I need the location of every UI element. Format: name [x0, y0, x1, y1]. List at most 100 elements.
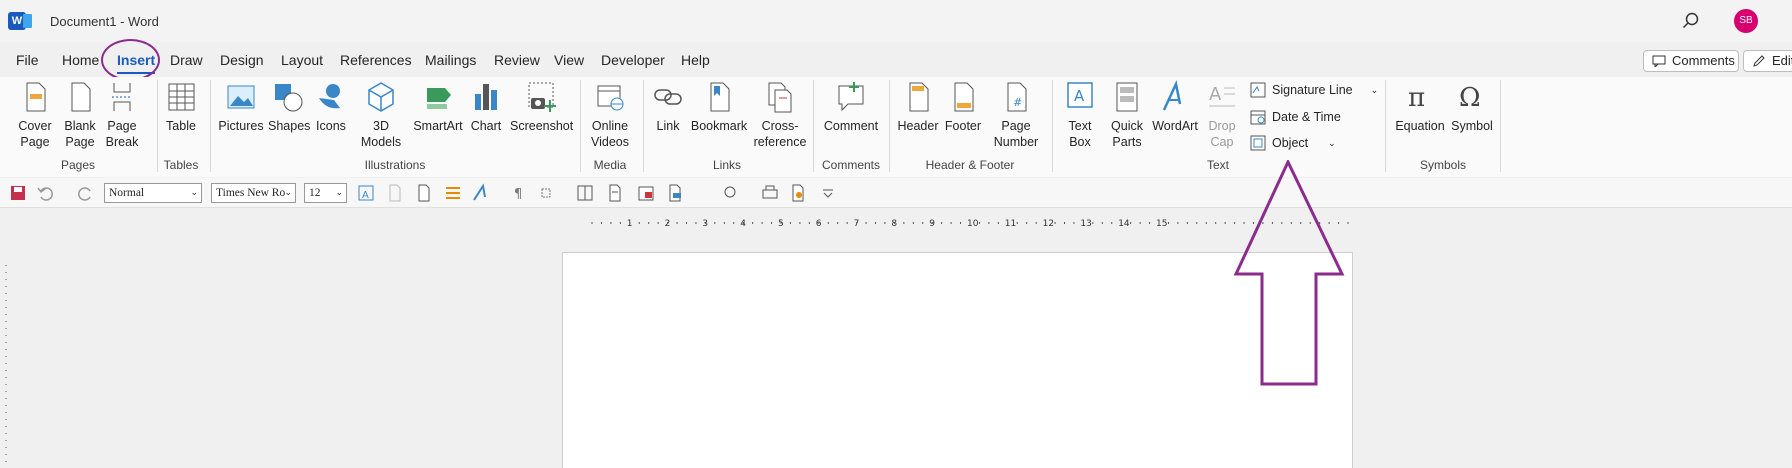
svg-text:π: π: [1408, 83, 1425, 113]
shapes-button[interactable]: Shapes: [268, 80, 311, 134]
drop-cap-label: Drop Cap: [1208, 119, 1236, 149]
chart-label: Chart: [470, 119, 502, 133]
comments-button[interactable]: Comments: [1643, 50, 1739, 72]
equation-button[interactable]: π Equation: [1393, 80, 1447, 134]
tab-view[interactable]: View: [554, 52, 584, 68]
wordart-icon[interactable]: [471, 183, 491, 203]
font-select[interactable]: Times New Ro ⌄: [211, 183, 296, 203]
wrap-icon[interactable]: [536, 183, 556, 203]
header-icon: [909, 82, 929, 112]
object-label: Object: [1272, 136, 1309, 150]
undo-icon[interactable]: [36, 183, 56, 203]
icons-icon: [319, 84, 340, 109]
font-size-value: 12: [309, 187, 321, 199]
window-title: Document1 - Word: [50, 14, 159, 29]
tab-file[interactable]: File: [16, 52, 39, 68]
tab-help[interactable]: Help: [681, 52, 710, 68]
screenshot-button[interactable]: Screenshot: [510, 80, 574, 134]
cross-reference-button[interactable]: Cross- reference: [752, 80, 808, 150]
blank-page-button[interactable]: Blank Page: [60, 80, 100, 150]
style-select[interactable]: Normal ⌄: [104, 183, 202, 203]
tab-layout[interactable]: Layout: [281, 52, 323, 68]
paragraph-icon[interactable]: ¶: [510, 183, 530, 203]
footer-button[interactable]: Footer: [941, 80, 985, 134]
online-videos-button[interactable]: Online Videos: [586, 80, 634, 150]
link-button[interactable]: Link: [651, 80, 685, 134]
save-icon[interactable]: [8, 183, 28, 203]
svg-text:¶: ¶: [514, 187, 522, 202]
page-break-button[interactable]: Page Break: [102, 80, 142, 150]
search-icon[interactable]: [1680, 10, 1702, 32]
group-divider: [1052, 80, 1053, 172]
blank-page-icon[interactable]: [414, 183, 434, 203]
icons-button[interactable]: Icons: [313, 80, 349, 134]
page-number-button[interactable]: # Page Number: [988, 80, 1044, 150]
object-button[interactable]: Object ⌄: [1250, 135, 1336, 151]
comments-label: Comments: [1672, 53, 1735, 68]
text-box-button[interactable]: A Text Box: [1060, 80, 1100, 150]
cover-page-button[interactable]: Cover Page: [14, 80, 56, 150]
tab-draw[interactable]: Draw: [170, 52, 203, 68]
comment-icon: [838, 82, 864, 112]
group-divider: [210, 80, 211, 172]
calendar-icon[interactable]: [636, 183, 656, 203]
date-time-button[interactable]: Date & Time: [1250, 109, 1341, 125]
ruler-number: 13: [1080, 219, 1091, 228]
group-divider: [813, 80, 814, 172]
wordart-button[interactable]: WordArt: [1150, 80, 1200, 134]
header-button[interactable]: Header: [896, 80, 940, 134]
tab-references[interactable]: References: [340, 52, 412, 68]
ruler-number: 14: [1118, 219, 1130, 228]
screenshot-label: Screenshot: [510, 119, 574, 133]
customize-toolbar-icon[interactable]: [818, 183, 838, 203]
cover-page-icon: [26, 82, 46, 112]
shapes-label: Shapes: [268, 119, 311, 133]
3d-models-button[interactable]: 3D Models: [355, 80, 407, 150]
line-spacing-icon[interactable]: [443, 183, 463, 203]
page-icon[interactable]: [385, 183, 405, 203]
footer-icon: [954, 82, 974, 112]
print-icon[interactable]: [760, 183, 780, 203]
svg-text:Ω: Ω: [1459, 83, 1481, 113]
group-divider: [643, 80, 644, 172]
redo-icon[interactable]: [75, 183, 95, 203]
shapes-icon: [275, 84, 303, 112]
avatar[interactable]: SB: [1734, 9, 1758, 33]
document-icon[interactable]: [605, 183, 625, 203]
comment-button[interactable]: Comment: [820, 80, 882, 134]
drop-cap-button[interactable]: A Drop Cap: [1204, 80, 1240, 150]
envelope-icon[interactable]: [665, 183, 685, 203]
font-size-select[interactable]: 12 ⌄: [304, 183, 347, 203]
blank-page-label: Blank Page: [64, 119, 96, 149]
tab-review[interactable]: Review: [494, 52, 540, 68]
cube-icon: [368, 82, 394, 112]
tab-home[interactable]: Home: [62, 52, 99, 68]
smartart-button[interactable]: SmartArt: [412, 80, 464, 134]
tab-developer[interactable]: Developer: [601, 52, 665, 68]
columns-icon[interactable]: [575, 183, 595, 203]
touch-icon[interactable]: [720, 183, 740, 203]
group-divider: [1385, 80, 1386, 172]
chart-button[interactable]: Chart: [467, 80, 505, 134]
mail-merge-icon[interactable]: [788, 183, 808, 203]
pictures-button[interactable]: Pictures: [217, 80, 265, 134]
table-label: Table: [166, 119, 196, 133]
quick-parts-button[interactable]: Quick Parts: [1106, 80, 1148, 150]
bookmark-button[interactable]: Bookmark: [690, 80, 748, 134]
table-button[interactable]: Table: [162, 80, 200, 134]
tab-mailings[interactable]: Mailings: [425, 52, 476, 68]
symbol-button[interactable]: Ω Symbol: [1450, 80, 1494, 134]
cross-reference-label: Cross- reference: [753, 119, 807, 149]
table-icon: [168, 83, 195, 111]
word-logo-icon: W: [8, 12, 32, 30]
text-box-icon[interactable]: A: [356, 183, 376, 203]
vertical-ruler[interactable]: [0, 235, 14, 468]
comment-label: Comment: [823, 119, 879, 133]
svg-text:A: A: [362, 190, 369, 201]
smartart-icon: [427, 88, 451, 109]
tab-design[interactable]: Design: [220, 52, 264, 68]
signature-line-icon: [1250, 82, 1266, 98]
editing-button[interactable]: Editi: [1743, 50, 1792, 72]
signature-line-button[interactable]: Signature Line ⌄: [1250, 82, 1378, 98]
page-number-icon: #: [1007, 82, 1027, 112]
